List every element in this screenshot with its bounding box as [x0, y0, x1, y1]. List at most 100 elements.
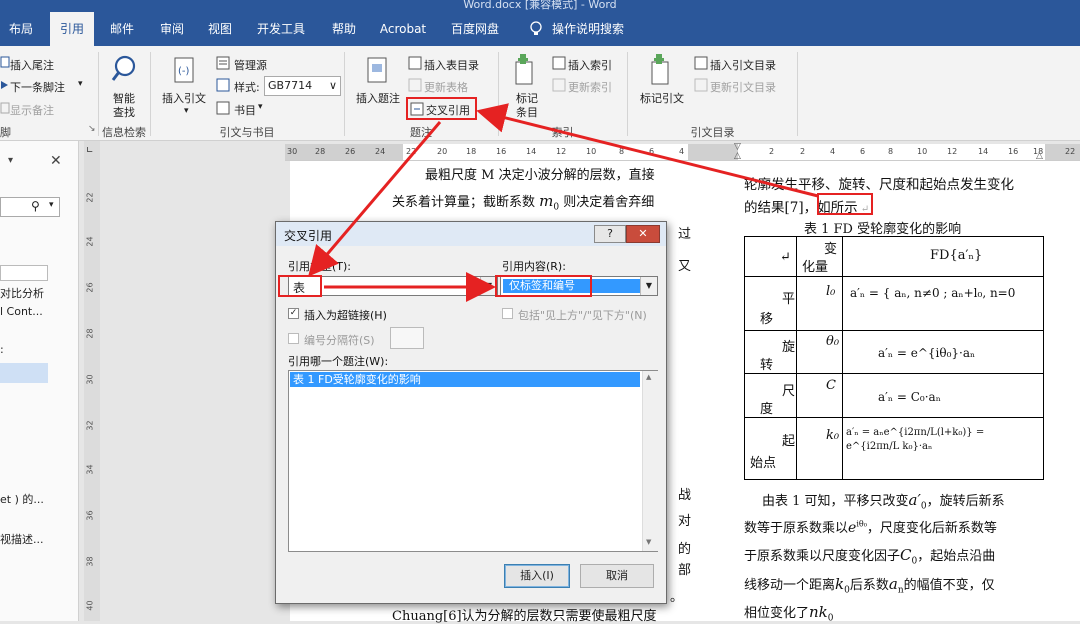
- tab-acrobat[interactable]: Acrobat: [372, 12, 434, 46]
- separate-numbers-label: 编号分隔符(S): [304, 334, 375, 347]
- tab-help[interactable]: 帮助: [322, 12, 366, 46]
- insert-citation-dropdown-icon[interactable]: ▾: [184, 106, 189, 116]
- next-footnote-dropdown-icon[interactable]: ▾: [78, 79, 83, 89]
- ruler-number: 32: [85, 420, 95, 431]
- insert-index-button[interactable]: 插入索引: [568, 57, 612, 73]
- cancel-button[interactable]: 取消: [580, 564, 654, 588]
- table-of-figures-icon: [408, 56, 422, 73]
- ruler-number: 8: [619, 147, 625, 156]
- annotation-box-reference-field: [817, 193, 873, 215]
- mark-citation-button[interactable]: 标记引文: [640, 90, 684, 106]
- header-cell: 变: [824, 242, 838, 257]
- cross-reference-dialog[interactable]: 交叉引用 ? ✕ 引用类型(T): 表 ▼ 引用内容(R): 仅标签和编号 ▼ …: [275, 221, 667, 604]
- update-table-button[interactable]: 更新表格: [424, 79, 468, 95]
- scroll-up-icon[interactable]: ▲: [646, 373, 651, 381]
- ribbon-tab-bar: 布局 引用 邮件 审阅 视图 开发工具 帮助 Acrobat 百度网盘 操作说明…: [0, 12, 1080, 46]
- row-label: 移: [760, 312, 774, 327]
- doc-text-line: 最粗尺度 M 决定小波分解的层数，直接: [425, 168, 655, 183]
- svg-text:(-): (-): [178, 66, 190, 77]
- insert-table-of-figures-button[interactable]: 插入表目录: [424, 57, 479, 73]
- research-group-label: 信息检索: [102, 126, 146, 139]
- right-indent-marker-icon[interactable]: △: [1036, 151, 1043, 161]
- which-caption-label: 引用哪一个题注(W):: [288, 355, 389, 368]
- style-select[interactable]: GB7714 ∨: [264, 76, 341, 96]
- doc-text: 的: [678, 542, 692, 557]
- doc-text-line: 数等于原系数乘以eiθ₀，尺度变化后新系数等: [744, 519, 997, 536]
- window-title: Word.docx [兼容模式] - Word: [463, 0, 617, 11]
- doc-text: 后系数: [849, 578, 889, 593]
- ruler-number: 20: [437, 147, 448, 156]
- help-button[interactable]: ?: [594, 225, 626, 243]
- footnotes-dialog-launcher-icon[interactable]: ↘: [88, 124, 96, 134]
- doc-text: 则决定着舍弃细: [559, 195, 655, 210]
- update-toa-button[interactable]: 更新引文目录: [710, 79, 776, 95]
- insert-caption-button[interactable]: 插入题注: [356, 90, 400, 106]
- nav-item[interactable]: l Cont...: [0, 305, 43, 318]
- doc-text: 战: [678, 488, 692, 503]
- tab-view[interactable]: 视图: [198, 12, 242, 46]
- table-border: [744, 479, 1044, 480]
- separate-numbers-checkbox[interactable]: [288, 333, 299, 344]
- close-icon[interactable]: ✕: [50, 153, 62, 169]
- nav-item[interactable]: et ) 的...: [0, 491, 44, 507]
- next-footnote-button[interactable]: 下一条脚注: [10, 79, 65, 95]
- update-toa-icon: [694, 78, 708, 95]
- caption-list-item[interactable]: 表 1 FD受轮廓变化的影响: [290, 372, 640, 387]
- separator-input[interactable]: [390, 327, 424, 349]
- style-label: 样式:: [234, 81, 260, 94]
- nav-search-input[interactable]: ⚲ ▾: [0, 197, 60, 217]
- nav-item-selected[interactable]: [0, 363, 48, 383]
- tab-baidu-netdisk[interactable]: 百度网盘: [442, 12, 508, 46]
- ruler-number: 4: [679, 147, 685, 156]
- annotation-box-ref-content: [495, 275, 592, 297]
- tab-mailings[interactable]: 邮件: [100, 12, 144, 46]
- nav-item[interactable]: 对比分析: [0, 285, 44, 301]
- tab-review[interactable]: 审阅: [150, 12, 194, 46]
- update-index-button[interactable]: 更新索引: [568, 79, 612, 95]
- include-above-below-checkbox[interactable]: [502, 308, 513, 319]
- tab-layout[interactable]: 布局: [0, 12, 42, 46]
- indent-marker-icon[interactable]: △: [734, 151, 741, 161]
- insert-citation-button[interactable]: 插入引文: [162, 90, 206, 106]
- tell-me-search[interactable]: 操作说明搜索: [548, 12, 628, 46]
- insert-endnote-icon: [0, 56, 10, 71]
- bibliography-dropdown-icon[interactable]: ▾: [258, 102, 263, 112]
- doc-text: 对: [678, 514, 692, 529]
- insert-endnote-button[interactable]: 插入尾注: [10, 57, 54, 73]
- doc-text-line: 相位变化了nk0: [744, 603, 834, 624]
- insert-toa-button[interactable]: 插入引文目录: [710, 57, 776, 73]
- nav-item[interactable]: 视描述...: [0, 531, 44, 547]
- insert-button[interactable]: 插入(I): [504, 564, 570, 588]
- ruler-number: 12: [947, 147, 958, 156]
- fd-table[interactable]: ↵ 变 化量 FD{a′ₙ} 平 移 l₀ a′ₙ = { aₙ, n≠0 ; …: [744, 236, 1044, 480]
- caption-list-scrollbar[interactable]: ▲ ▼: [642, 371, 658, 551]
- tab-developer[interactable]: 开发工具: [248, 12, 314, 46]
- manage-sources-button[interactable]: 管理源: [234, 57, 267, 73]
- doc-text: 又: [678, 259, 692, 274]
- dialog-close-button[interactable]: ✕: [626, 225, 660, 243]
- scroll-down-icon[interactable]: ▼: [646, 538, 651, 546]
- style-select-value: GB7714: [268, 79, 313, 92]
- header-cell: FD{a′ₙ}: [930, 248, 983, 263]
- ruler-number: 10: [917, 147, 928, 156]
- insert-hyperlink-checkbox[interactable]: ✓: [288, 308, 299, 319]
- show-notes-button[interactable]: 显示备注: [10, 102, 54, 118]
- caption-list[interactable]: 表 1 FD受轮廓变化的影响 ▲ ▼: [288, 370, 658, 552]
- ruler-number: 22: [406, 147, 417, 156]
- bibliography-button[interactable]: 书目: [234, 102, 256, 118]
- nav-dropdown-icon[interactable]: ▾: [8, 155, 13, 166]
- ruler-number: 36: [85, 510, 95, 521]
- tab-references[interactable]: 引用: [50, 12, 94, 46]
- doc-text: 。: [670, 590, 684, 605]
- tab-selector-icon[interactable]: ∟: [86, 146, 94, 156]
- toa-group-label: 引文目录: [690, 126, 735, 139]
- search-dropdown-icon[interactable]: ▾: [49, 200, 54, 210]
- chevron-down-icon[interactable]: ▼: [640, 277, 657, 295]
- captions-group-label: 题注: [410, 126, 432, 139]
- nav-filter-box[interactable]: [0, 265, 48, 281]
- doc-text: 过: [678, 227, 692, 242]
- dialog-title-bar[interactable]: 交叉引用 ? ✕: [276, 222, 666, 246]
- doc-text: 关系着计算量；截断系数: [392, 195, 540, 210]
- insert-citation-icon: (-): [172, 56, 198, 89]
- doc-text: 由表 1 可知，平移只改变: [762, 494, 909, 509]
